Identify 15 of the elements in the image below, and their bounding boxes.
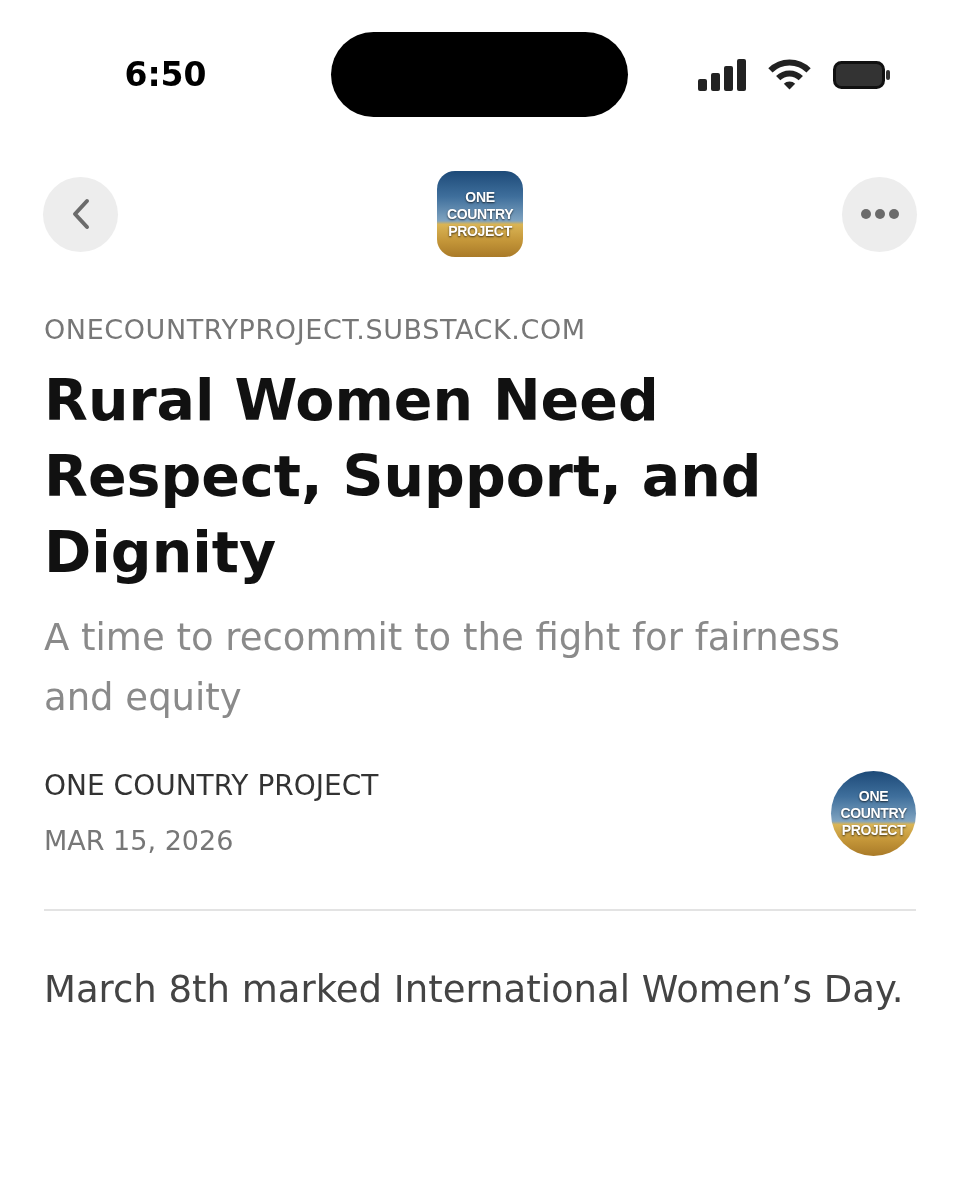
battery-icon	[833, 60, 890, 89]
wifi-icon	[767, 59, 812, 90]
publication-logo[interactable]: ONE COUNTRY PROJECT	[437, 171, 523, 257]
post-subtitle: A time to recommit to the fight for fairness and equity	[44, 615, 841, 721]
logo-text: ONE COUNTRY PROJECT	[447, 188, 513, 240]
publication-domain: ONECOUNTRYPROJECT.SUBSTACK.COM	[44, 314, 586, 345]
author-name: ONE COUNTRY PROJECT	[44, 768, 379, 804]
signal-icon	[698, 58, 746, 91]
body-paragraph: March 8th marked International Women’s Day.	[44, 967, 905, 1013]
status-time: 6:50	[124, 58, 207, 91]
more-icon	[860, 209, 899, 219]
post-title: Rural Women Need Respect, Support, and Dignity	[44, 366, 763, 587]
avatar-text: ONE COUNTRY PROJECT	[840, 787, 907, 839]
post-date: MAR 15, 2026	[44, 824, 234, 858]
chevron-left-icon	[70, 198, 91, 230]
